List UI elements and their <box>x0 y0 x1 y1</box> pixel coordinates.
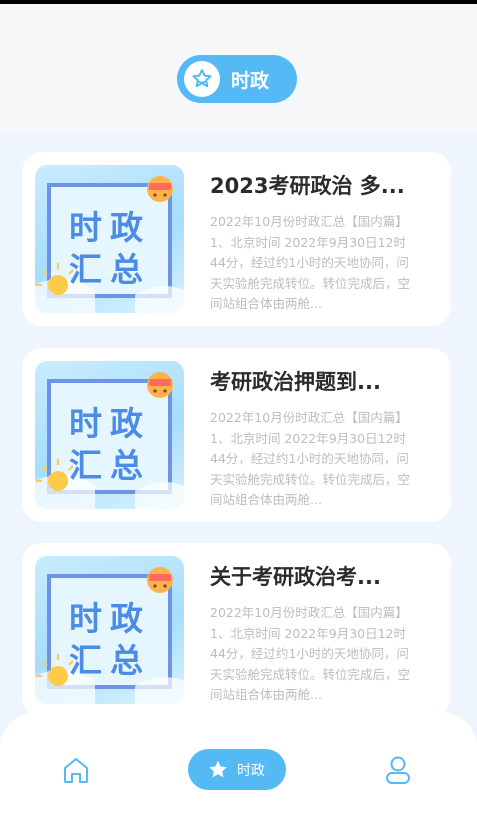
nav-item-shizheng[interactable]: 时政 <box>188 749 286 790</box>
article-card[interactable]: 时政 汇总 2023考研政治 多... 2022年10月份时政汇总【国内篇】1、… <box>22 152 451 326</box>
thumbnail-text-line2: 汇总 <box>69 641 151 680</box>
article-excerpt: 2022年10月份时政汇总【国内篇】1、北京时间 2022年9月30日12时44… <box>210 410 411 507</box>
article-excerpt: 2022年10月份时政汇总【国内篇】1、北京时间 2022年9月30日12时44… <box>210 214 411 311</box>
thumbnail-text-line1: 时政 <box>69 208 151 247</box>
tab-shizheng[interactable]: 时政 <box>177 55 297 103</box>
home-icon[interactable] <box>60 754 92 786</box>
article-card[interactable]: 时政 汇总 关于考研政治考... 2022年10月份时政汇总【国内篇】1、北京时… <box>22 543 451 717</box>
user-icon[interactable] <box>383 754 413 786</box>
bottom-nav: 时政 <box>0 712 477 814</box>
article-excerpt: 2022年10月份时政汇总【国内篇】1、北京时间 2022年9月30日12时44… <box>210 605 411 702</box>
article-title[interactable]: 考研政治押题到... <box>210 366 416 396</box>
article-thumbnail: 时政 汇总 <box>35 556 184 704</box>
thumbnail-text-line2: 汇总 <box>69 446 151 485</box>
article-list[interactable]: 时政 汇总 2023考研政治 多... 2022年10月份时政汇总【国内篇】1、… <box>0 132 477 732</box>
nav-item-label: 时政 <box>237 762 265 779</box>
article-title[interactable]: 关于考研政治考... <box>210 561 416 591</box>
thumbnail-text-line2: 汇总 <box>69 250 151 289</box>
article-title[interactable]: 2023考研政治 多... <box>210 170 416 200</box>
header: 时政 <box>0 4 477 132</box>
star-icon <box>207 759 229 781</box>
article-card[interactable]: 时政 汇总 考研政治押题到... 2022年10月份时政汇总【国内篇】1、北京时… <box>22 348 451 522</box>
thumbnail-text-line1: 时政 <box>69 599 151 638</box>
star-icon <box>184 61 220 97</box>
article-thumbnail: 时政 汇总 <box>35 361 184 509</box>
header-tab-label: 时政 <box>231 69 270 92</box>
thumbnail-text-line1: 时政 <box>69 404 151 443</box>
article-thumbnail: 时政 汇总 <box>35 165 184 313</box>
